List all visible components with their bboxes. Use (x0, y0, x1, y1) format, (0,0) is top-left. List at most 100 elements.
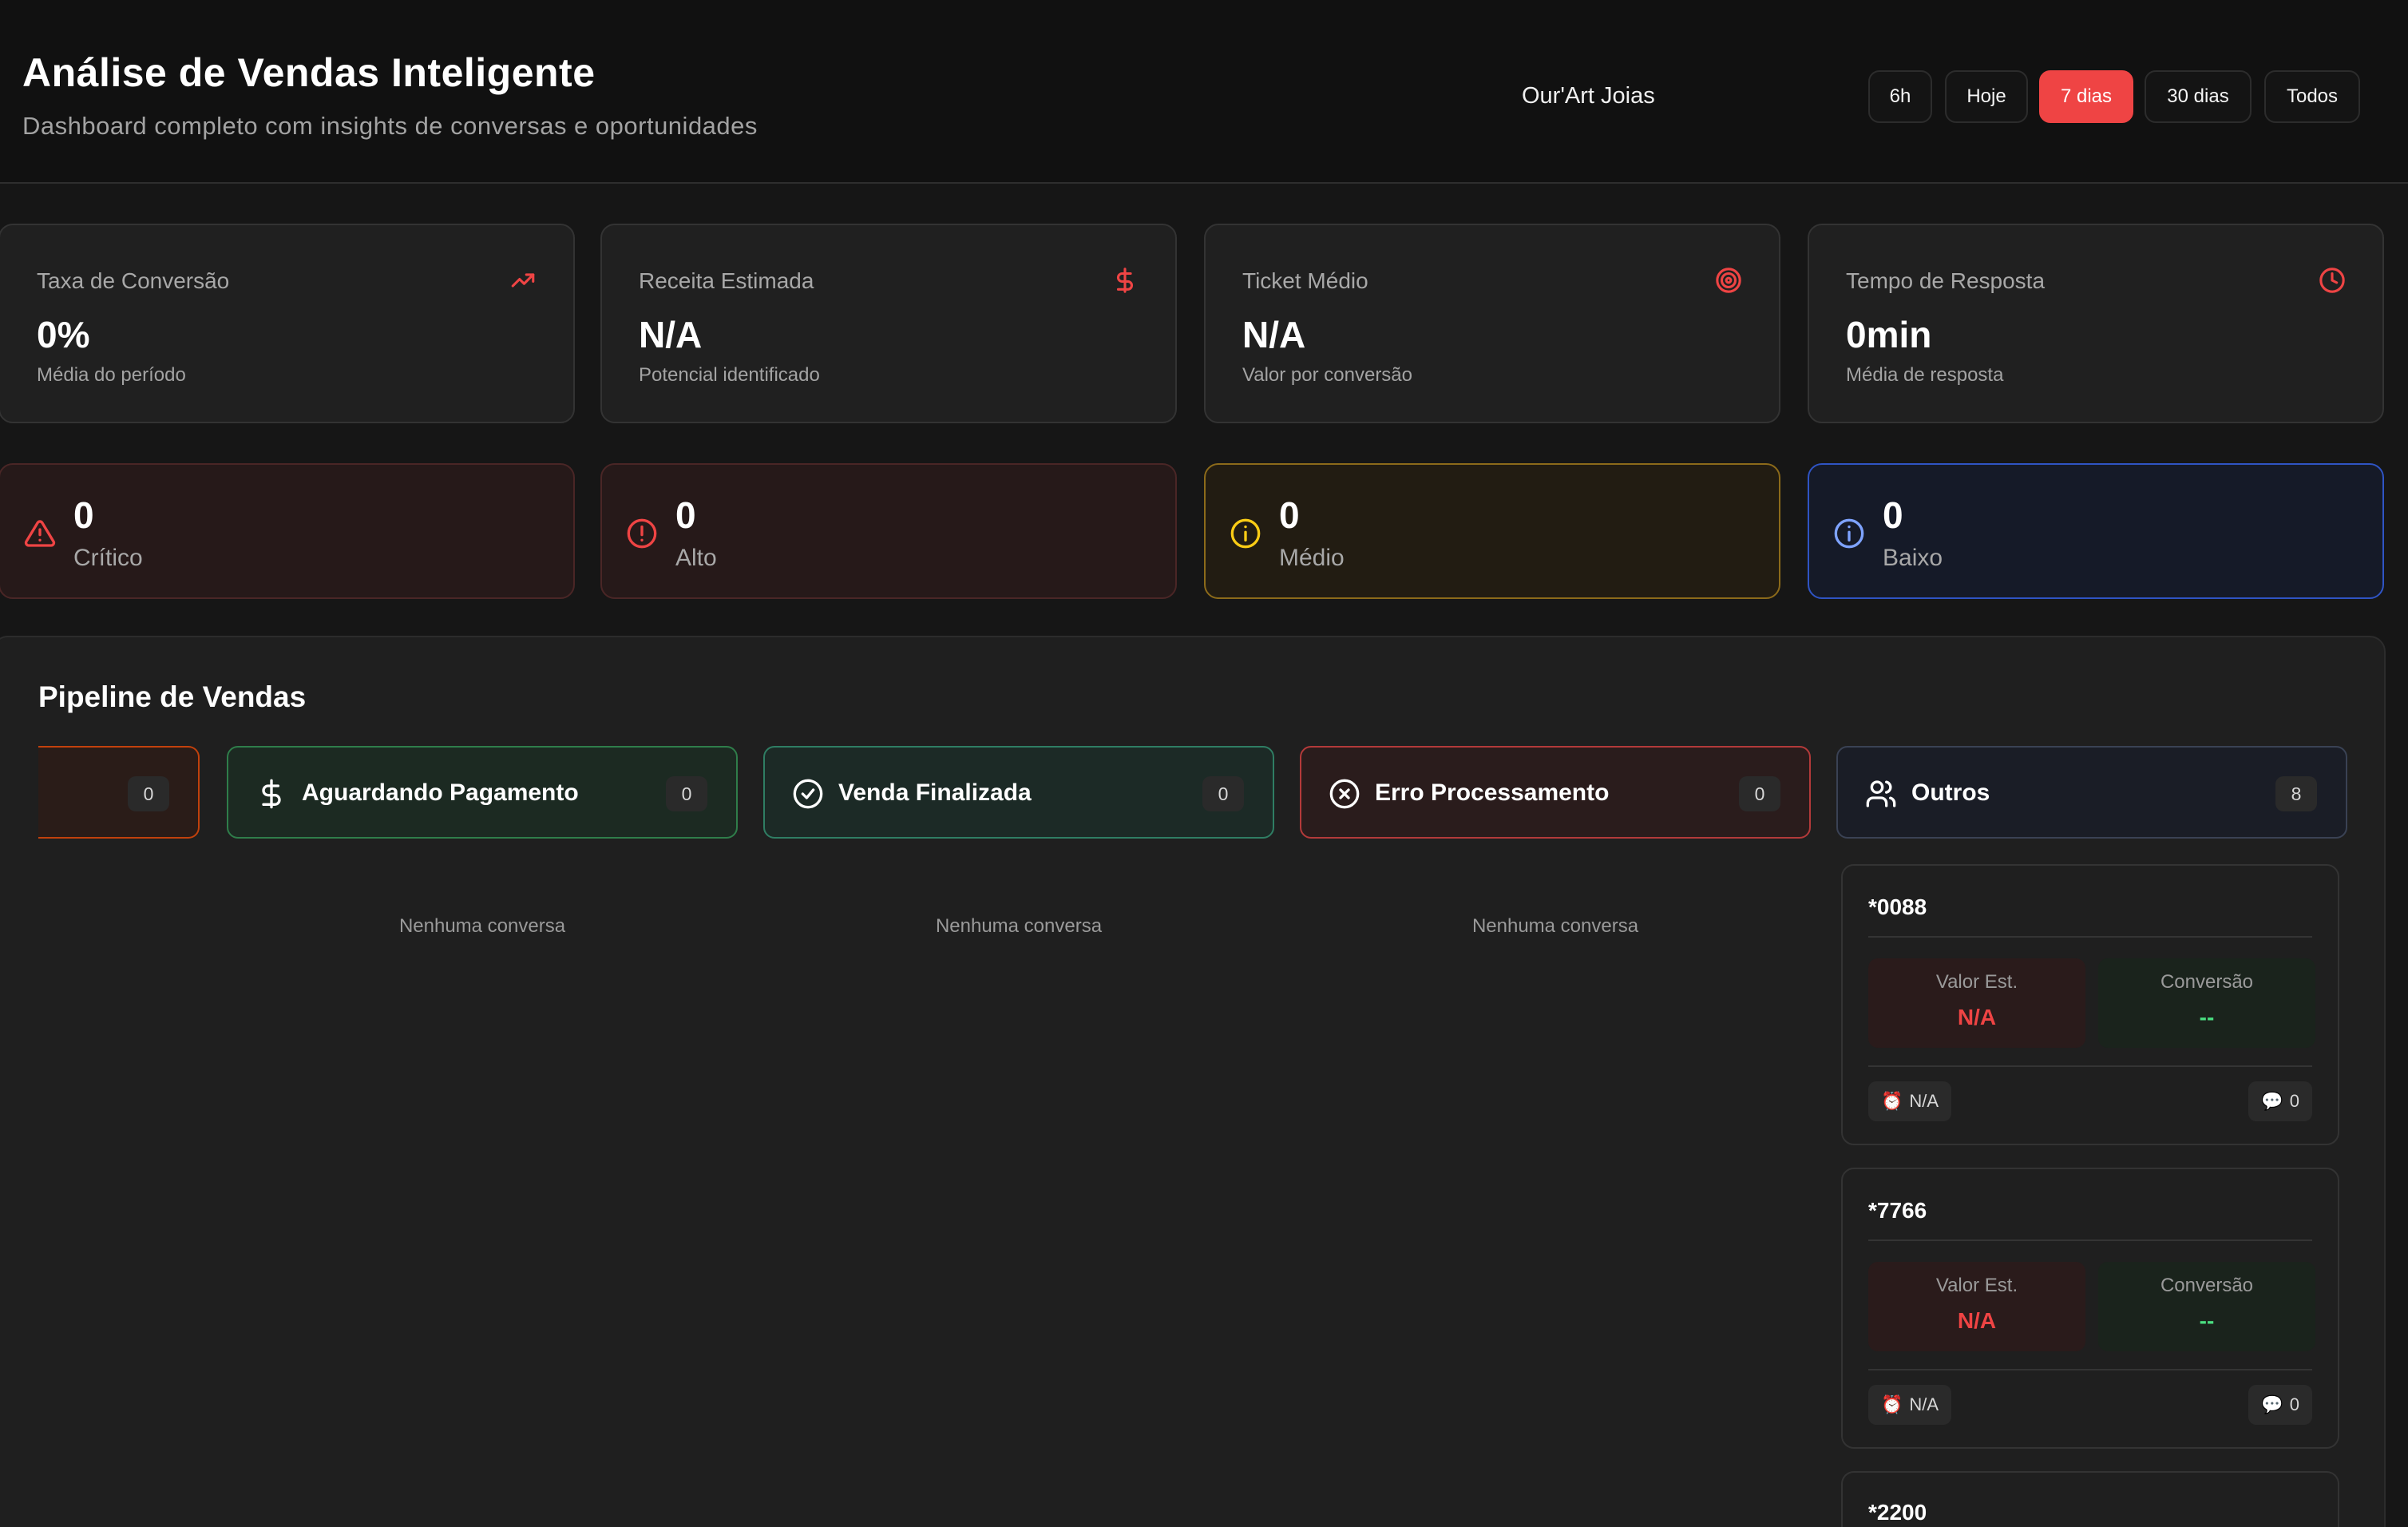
conversion-label: Conversão (2160, 971, 2254, 993)
priority-count: 0 (1883, 494, 1903, 536)
priority-count: 0 (675, 494, 696, 536)
metric-caption: Média do período (37, 364, 186, 386)
column-count: 0 (666, 776, 707, 811)
card-divider (1868, 1065, 2312, 1067)
speech-bubble-icon: 💬 (2261, 1091, 2283, 1111)
trending-up-icon (511, 273, 535, 288)
empty-state-awaiting-payment: Nenhuma conversa (398, 915, 566, 937)
conversation-id: *7766 (1868, 1198, 1927, 1223)
column-count: 8 (2275, 776, 2317, 811)
column-count: 0 (128, 776, 169, 811)
time-value: N/A (1909, 1394, 1939, 1414)
conversion-value: -- (2199, 1005, 2215, 1029)
metric-value: N/A (1242, 314, 1306, 355)
warning-triangle-icon (24, 520, 56, 547)
info-circle-icon (1834, 518, 1864, 549)
priority-count: 0 (1279, 494, 1300, 536)
store-name[interactable]: Our'Art Joias (1522, 83, 1655, 109)
messages-count: 0 (2289, 1394, 2299, 1414)
target-icon (1716, 268, 1741, 293)
metric-label: Receita Estimada (639, 268, 814, 293)
metric-label: Ticket Médio (1242, 268, 1368, 293)
estimated-value: N/A (1957, 1308, 1997, 1333)
range-6h-button[interactable]: 6h (1868, 70, 1932, 123)
messages-count: 0 (2289, 1091, 2299, 1111)
conversation-card[interactable]: *2200 (1841, 1471, 2339, 1527)
page-subtitle: Dashboard completo com insights de conve… (22, 112, 758, 140)
column-name: Venda Finalizada (838, 779, 1032, 806)
metric-card-estimated-revenue: Receita Estimada N/A Potencial identific… (600, 224, 1177, 423)
estimated-value-label: Valor Est. (1935, 1275, 2018, 1296)
priority-label: Alto (675, 545, 717, 571)
metric-value: 0min (1846, 314, 1932, 355)
x-circle-icon (1329, 779, 1360, 809)
conversation-id: *2200 (1868, 1500, 1927, 1525)
messages-badge: 💬 0 (2248, 1385, 2312, 1425)
messages-badge: 💬 0 (2248, 1081, 2312, 1121)
metric-card-average-ticket: Ticket Médio N/A Valor por conversão (1204, 224, 1780, 423)
range-today-button[interactable]: Hoje (1945, 70, 2028, 123)
card-divider (1868, 936, 2312, 938)
conversion-value: -- (2199, 1308, 2215, 1333)
alert-circle-icon (627, 518, 657, 549)
priority-card-critical[interactable]: 0 Crítico (0, 463, 575, 599)
pipeline-column-others[interactable]: Outros 8 (1836, 746, 2347, 839)
conversion-label: Conversão (2160, 1275, 2254, 1296)
metric-card-conversion-rate: Taxa de Conversão 0% Média do período (0, 224, 575, 423)
pipeline-column-awaiting-payment[interactable]: Aguardando Pagamento 0 (227, 746, 738, 839)
time-badge: ⏰ N/A (1868, 1081, 1952, 1121)
priority-label: Baixo (1883, 545, 1943, 571)
dollar-icon (1116, 268, 1133, 293)
time-badge: ⏰ N/A (1868, 1385, 1952, 1425)
priority-count: 0 (73, 494, 94, 536)
alarm-clock-icon: ⏰ (1881, 1394, 1903, 1414)
dollar-icon (262, 779, 281, 809)
range-30d-button[interactable]: 30 dias (2145, 70, 2252, 123)
speech-bubble-icon: 💬 (2261, 1394, 2283, 1414)
priority-card-high[interactable]: 0 Alto (600, 463, 1177, 599)
alarm-clock-icon: ⏰ (1881, 1091, 1903, 1111)
page-header: Análise de Vendas Inteligente Dashboard … (0, 0, 2408, 184)
card-divider (1868, 1239, 2312, 1241)
info-circle-icon (1230, 518, 1261, 549)
range-all-button[interactable]: Todos (2264, 70, 2360, 123)
metric-card-response-time: Tempo de Resposta 0min Média de resposta (1808, 224, 2384, 423)
metric-label: Tempo de Resposta (1846, 268, 2046, 293)
estimated-value-box: Valor Est. N/A (1868, 1262, 2085, 1351)
estimated-value-box: Valor Est. N/A (1868, 958, 2085, 1048)
pipeline-column-partial[interactable]: 0 (38, 746, 200, 839)
sales-dashboard: Análise de Vendas Inteligente Dashboard … (0, 0, 2408, 1527)
column-count: 0 (1202, 776, 1244, 811)
column-name: Outros (1911, 779, 1990, 806)
priority-card-low[interactable]: 0 Baixo (1808, 463, 2384, 599)
priority-label: Crítico (73, 545, 143, 571)
page-title: Análise de Vendas Inteligente (22, 50, 596, 95)
metric-value: N/A (639, 314, 703, 355)
users-icon (1866, 780, 1896, 807)
estimated-value-label: Valor Est. (1935, 971, 2018, 993)
time-value: N/A (1909, 1091, 1939, 1111)
conversation-card[interactable]: *0088 Valor Est. N/A Conversão -- ⏰ N/A … (1841, 864, 2339, 1145)
priority-label: Médio (1279, 545, 1345, 571)
check-circle-icon (793, 779, 823, 809)
clock-icon (2319, 268, 2345, 293)
pipeline-title: Pipeline de Vendas (38, 680, 307, 713)
conversion-box: Conversão -- (2098, 958, 2315, 1048)
empty-state-processing-error: Nenhuma conversa (1471, 915, 1639, 937)
metric-caption: Potencial identificado (639, 364, 820, 386)
priority-card-medium[interactable]: 0 Médio (1204, 463, 1780, 599)
column-name: Aguardando Pagamento (302, 779, 579, 806)
conversation-id: *0088 (1868, 894, 1927, 919)
metric-label: Taxa de Conversão (37, 268, 230, 293)
pipeline-column-processing-error[interactable]: Erro Processamento 0 (1300, 746, 1811, 839)
metric-caption: Média de resposta (1846, 364, 2004, 386)
conversation-card[interactable]: *7766 Valor Est. N/A Conversão -- ⏰ N/A … (1841, 1168, 2339, 1449)
card-divider (1868, 1369, 2312, 1370)
pipeline-column-sale-completed[interactable]: Venda Finalizada 0 (763, 746, 1274, 839)
range-7d-button[interactable]: 7 dias (2039, 70, 2133, 123)
column-name: Erro Processamento (1375, 779, 1610, 806)
metric-caption: Valor por conversão (1242, 364, 1412, 386)
empty-state-sale-completed: Nenhuma conversa (935, 915, 1103, 937)
conversion-box: Conversão -- (2098, 1262, 2315, 1351)
metric-value: 0% (37, 314, 90, 355)
